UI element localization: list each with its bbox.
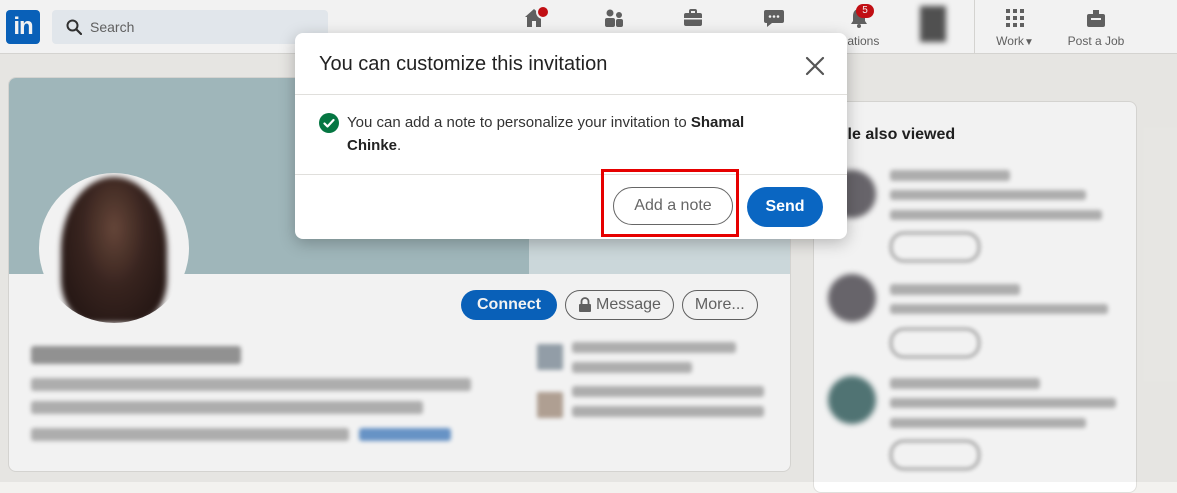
send-button[interactable]: Send bbox=[747, 187, 823, 227]
invitation-modal: You can customize this invitation You ca… bbox=[295, 33, 847, 239]
annotation-highlight-box bbox=[601, 169, 739, 237]
modal-header: You can customize this invitation bbox=[295, 33, 847, 95]
modal-title: You can customize this invitation bbox=[319, 53, 608, 75]
invitation-message: You can add a note to personalize your i… bbox=[347, 114, 745, 154]
modal-body: You can add a note to personalize your i… bbox=[319, 111, 779, 157]
close-icon[interactable] bbox=[801, 52, 829, 80]
success-check-icon bbox=[319, 113, 339, 133]
